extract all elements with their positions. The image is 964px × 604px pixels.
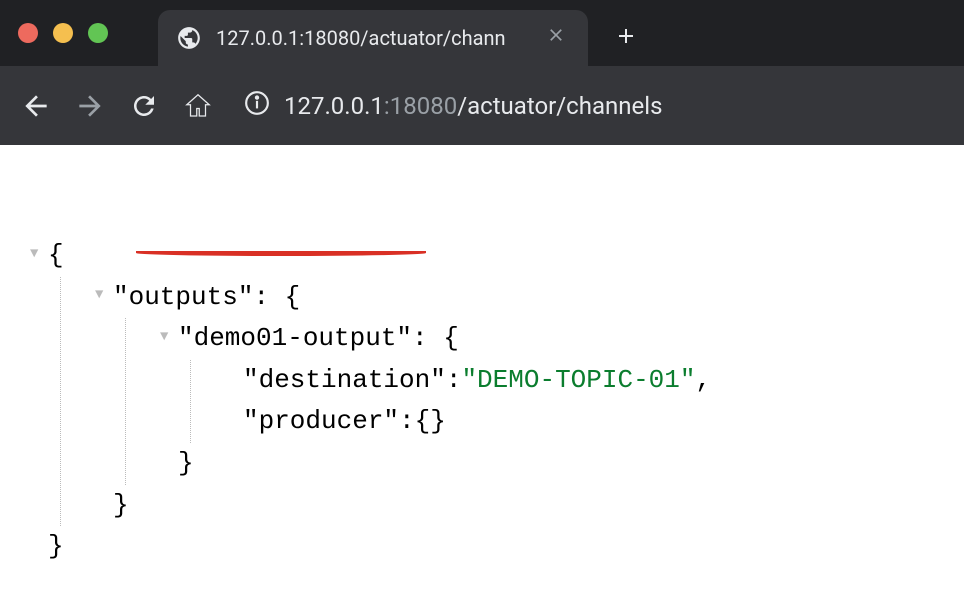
json-brace-close: } [178, 443, 194, 485]
close-window-button[interactable] [18, 23, 38, 43]
tab-title: 127.0.0.1:18080/actuator/chann [216, 26, 528, 50]
maximize-window-button[interactable] [88, 23, 108, 43]
info-icon[interactable] [244, 90, 270, 122]
browser-tab[interactable]: 127.0.0.1:18080/actuator/chann [158, 10, 588, 66]
close-tab-icon[interactable] [542, 21, 570, 55]
back-button[interactable] [18, 88, 54, 124]
json-brace: { [48, 235, 64, 277]
json-line-demo01[interactable]: ▼ "demo01-output": { [160, 318, 964, 360]
json-line-root-open[interactable]: ▼ { [30, 235, 964, 277]
window-controls [18, 23, 108, 43]
collapse-toggle-icon[interactable]: ▼ [95, 284, 113, 306]
json-line-producer[interactable]: "producer": {} [225, 401, 964, 443]
json-line-destination[interactable]: "destination": "DEMO-TOPIC-01", [225, 360, 964, 402]
json-colon-brace: : { [253, 277, 300, 319]
address-bar[interactable]: 127.0.0.1:18080/actuator/channels [244, 90, 662, 122]
json-colon-brace: : { [412, 318, 459, 360]
collapse-toggle-icon[interactable]: ▼ [30, 243, 48, 265]
json-comma: , [696, 360, 712, 402]
json-brace-close: } [48, 526, 64, 568]
json-line-root-close[interactable]: } [30, 526, 964, 568]
url-host: 127.0.0.1 [284, 92, 384, 120]
json-line-outputs[interactable]: ▼ "outputs": { [95, 277, 964, 319]
home-button[interactable] [180, 88, 216, 124]
nav-bar: 127.0.0.1:18080/actuator/channels [0, 66, 964, 145]
json-key-demo01-output: "demo01-output" [178, 318, 412, 360]
json-line-close[interactable]: } [160, 443, 964, 485]
forward-button[interactable] [72, 88, 108, 124]
url-text: 127.0.0.1:18080/actuator/channels [284, 92, 662, 120]
json-key-producer: "producer" [243, 401, 399, 443]
new-tab-button[interactable] [606, 14, 646, 63]
highlight-underline [136, 250, 426, 256]
json-key-outputs: "outputs" [113, 277, 253, 319]
tab-bar: 127.0.0.1:18080/actuator/chann [0, 0, 964, 66]
minimize-window-button[interactable] [53, 23, 73, 43]
json-line-close[interactable]: } [95, 485, 964, 527]
json-value-destination: "DEMO-TOPIC-01" [461, 360, 695, 402]
globe-icon [176, 25, 202, 51]
json-colon: : [446, 360, 462, 402]
url-path: /actuator/channels [457, 92, 662, 120]
reload-button[interactable] [126, 88, 162, 124]
collapse-toggle-icon[interactable]: ▼ [160, 326, 178, 348]
json-colon: : [399, 401, 415, 443]
browser-chrome: 127.0.0.1:18080/actuator/chann 127.0.0 [0, 0, 964, 145]
url-port: :18080 [384, 92, 457, 120]
json-brace-close: } [113, 485, 129, 527]
json-value-producer: {} [415, 401, 446, 443]
page-content: ▼ { ▼ "outputs": { ▼ "demo01-output": { [0, 145, 964, 568]
json-key-destination: "destination" [243, 360, 446, 402]
